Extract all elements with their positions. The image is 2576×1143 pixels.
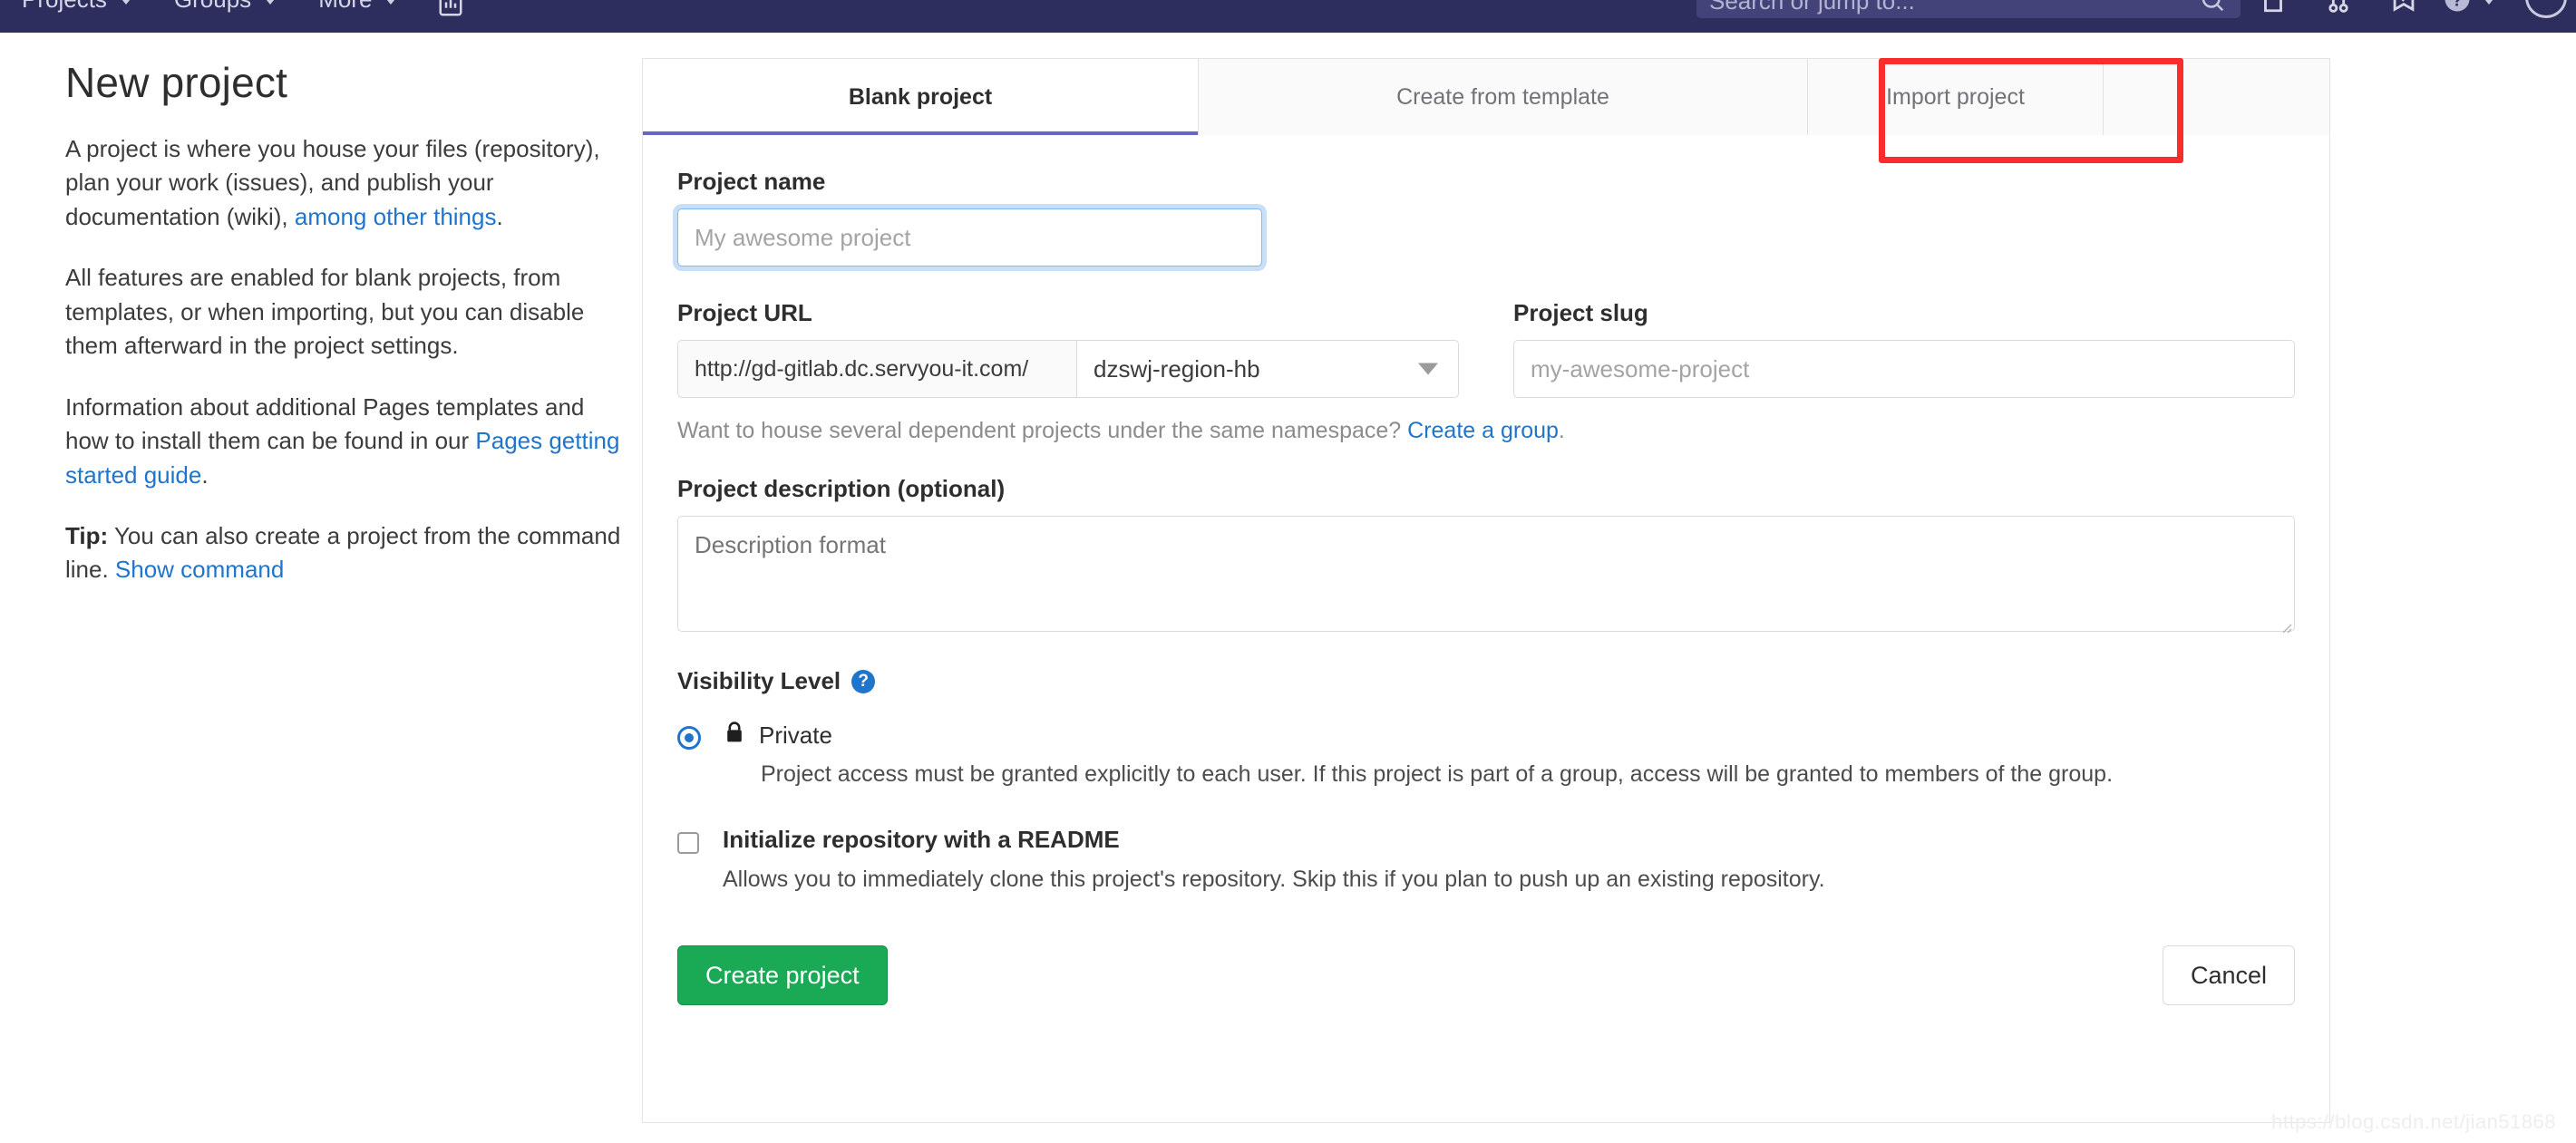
project-url-label: Project URL bbox=[677, 299, 812, 326]
page-content: New project A project is where you house… bbox=[0, 33, 2576, 1143]
project-type-tabs: Blank project Create from template Impor… bbox=[643, 59, 2329, 135]
among-other-things-link[interactable]: among other things bbox=[295, 203, 497, 230]
issues-icon[interactable] bbox=[2241, 0, 2306, 13]
navbar-item-groups[interactable]: Groups bbox=[154, 0, 298, 11]
intro-paragraph-3-post: . bbox=[201, 460, 209, 489]
help-icon[interactable]: ? bbox=[2436, 0, 2502, 12]
visibility-private-body: Private Project access must be granted e… bbox=[724, 721, 2113, 788]
new-project-form: Project name Project URL http://gd-gitla… bbox=[643, 135, 2329, 1005]
project-name-input[interactable] bbox=[677, 208, 1262, 266]
analytics-icon[interactable] bbox=[435, 0, 466, 23]
project-name-field-group: Project name bbox=[677, 168, 1262, 266]
avatar[interactable] bbox=[2525, 0, 2567, 18]
intro-paragraph-1: A project is where you house your files … bbox=[65, 132, 627, 234]
merge-requests-icon[interactable] bbox=[2306, 0, 2371, 13]
intro-paragraph-3: Information about additional Pages templ… bbox=[65, 391, 627, 492]
navbar-item-groups-label: Groups bbox=[174, 0, 251, 11]
chevron-down-icon bbox=[1418, 363, 1438, 375]
navbar-item-projects-label: Projects bbox=[22, 0, 107, 11]
namespace-hint: Want to house several dependent projects… bbox=[677, 418, 2295, 444]
visibility-private-title-line: Private bbox=[724, 721, 2113, 751]
tab-blank-project[interactable]: Blank project bbox=[643, 59, 1199, 135]
navbar-item-more[interactable]: More bbox=[298, 0, 419, 11]
navbar-right-group: Search or jump to... ? bbox=[1696, 0, 2567, 33]
namespace-select[interactable]: dzswj-region-hb bbox=[1076, 340, 1459, 398]
search-icon[interactable] bbox=[2199, 0, 2226, 18]
visibility-level-label: Visibility Level bbox=[677, 667, 841, 694]
svg-text:?: ? bbox=[2452, 0, 2463, 11]
chevron-down-icon bbox=[117, 0, 134, 5]
search-input[interactable]: Search or jump to... bbox=[1696, 0, 2241, 18]
cancel-button[interactable]: Cancel bbox=[2162, 945, 2295, 1005]
create-project-button[interactable]: Create project bbox=[677, 945, 888, 1005]
new-project-panel: Blank project Create from template Impor… bbox=[642, 58, 2330, 1123]
namespace-select-value: dzswj-region-hb bbox=[1094, 354, 1260, 383]
intro-paragraph-2: All features are enabled for blank proje… bbox=[65, 264, 585, 360]
visibility-option-private[interactable]: Private Project access must be granted e… bbox=[677, 721, 2295, 788]
navbar-left-group: Projects Groups More bbox=[0, 0, 466, 33]
tip-label: Tip: bbox=[65, 521, 109, 549]
initialize-readme-checkbox[interactable] bbox=[677, 832, 699, 854]
initialize-readme-label: Initialize repository with a README bbox=[723, 826, 1120, 853]
tab-create-from-template[interactable]: Create from template bbox=[1199, 59, 1808, 135]
intro-paragraph-1-post: . bbox=[496, 202, 503, 230]
namespace-hint-post: . bbox=[1558, 418, 1565, 443]
visibility-level-header: Visibility Level ? bbox=[677, 667, 2295, 695]
tab-import-project[interactable]: Import project bbox=[1808, 59, 2104, 135]
chevron-down-icon bbox=[2481, 0, 2497, 5]
project-name-label: Project name bbox=[677, 168, 826, 195]
project-slug-field-group: Project slug bbox=[1513, 299, 2295, 398]
project-url-prefix: http://gd-gitlab.dc.servyou-it.com/ bbox=[677, 340, 1076, 398]
tab-create-from-template-label: Create from template bbox=[1396, 83, 1609, 110]
project-description-textarea[interactable] bbox=[677, 516, 2295, 632]
tip-paragraph: Tip: You can also create a project from … bbox=[65, 519, 627, 587]
watermark: https://blog.csdn.net/jian51868 bbox=[2271, 1110, 2556, 1133]
initialize-readme-body: Initialize repository with a README Allo… bbox=[723, 826, 1825, 893]
visibility-level-group: Visibility Level ? Private Project acces… bbox=[677, 667, 2295, 788]
create-a-group-link[interactable]: Create a group bbox=[1407, 418, 1559, 443]
tab-bar-filler bbox=[2104, 59, 2329, 135]
page-title: New project bbox=[65, 59, 288, 106]
tab-blank-project-label: Blank project bbox=[848, 83, 993, 110]
initialize-readme-description: Allows you to immediately clone this pro… bbox=[723, 867, 1825, 892]
chevron-down-icon bbox=[383, 0, 400, 5]
url-slug-row: Project URL http://gd-gitlab.dc.servyou-… bbox=[677, 299, 2295, 398]
tab-import-project-label: Import project bbox=[1886, 83, 2025, 110]
visibility-private-description: Project access must be granted explicitl… bbox=[761, 761, 2114, 787]
show-command-link[interactable]: Show command bbox=[115, 556, 284, 583]
project-description-field-group: Project description (optional) bbox=[677, 475, 2295, 636]
search-placeholder: Search or jump to... bbox=[1709, 0, 1915, 15]
page-intro-column: New project A project is where you house… bbox=[65, 58, 627, 587]
todos-icon[interactable] bbox=[2371, 0, 2436, 12]
project-slug-label: Project slug bbox=[1513, 299, 1648, 326]
navbar-item-more-label: More bbox=[318, 0, 372, 11]
form-actions: Create project Cancel bbox=[677, 945, 2295, 1005]
top-navbar: Projects Groups More Search or jump to..… bbox=[0, 0, 2576, 33]
lock-icon bbox=[724, 721, 744, 751]
chevron-down-icon bbox=[262, 0, 279, 5]
initialize-readme-group[interactable]: Initialize repository with a README Allo… bbox=[677, 826, 2295, 893]
visibility-private-radio[interactable] bbox=[677, 726, 701, 750]
project-description-wrap bbox=[677, 516, 2295, 636]
project-url-field-group: Project URL http://gd-gitlab.dc.servyou-… bbox=[677, 299, 1459, 398]
project-url-input-group: http://gd-gitlab.dc.servyou-it.com/ dzsw… bbox=[677, 340, 1459, 398]
visibility-private-label: Private bbox=[759, 722, 832, 749]
help-circle-icon[interactable]: ? bbox=[851, 669, 876, 693]
navbar-item-projects[interactable]: Projects bbox=[2, 0, 154, 11]
project-description-label: Project description (optional) bbox=[677, 475, 1006, 502]
project-slug-input[interactable] bbox=[1513, 340, 2295, 398]
namespace-hint-text: Want to house several dependent projects… bbox=[677, 418, 1408, 443]
